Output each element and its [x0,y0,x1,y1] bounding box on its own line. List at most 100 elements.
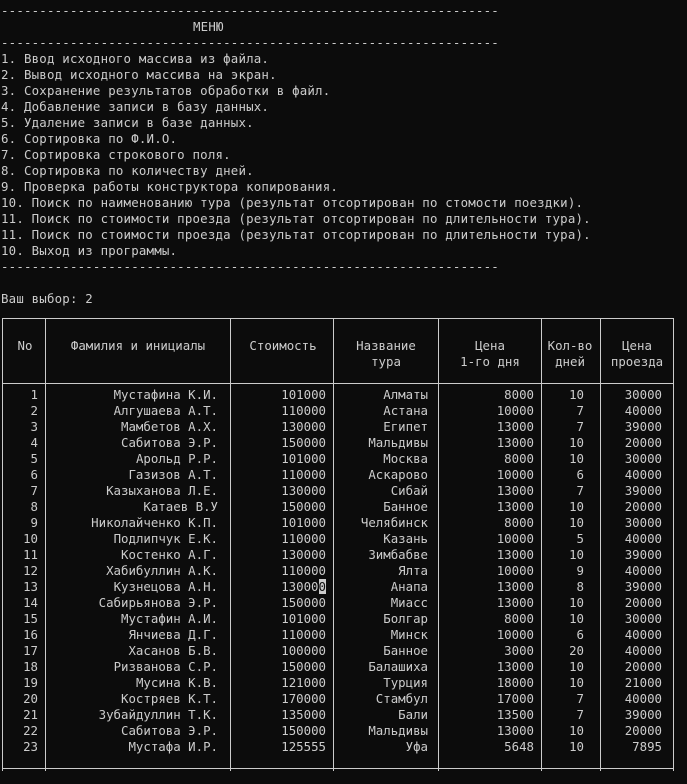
cell-no: 3 [30,419,38,434]
cell-no: 5 [30,451,38,466]
cell-tour: Банное [383,643,428,658]
menu-item: 7. Сортировка строкового поля. [1,147,231,162]
cell-day-price: 8000 [504,387,534,402]
cell-day-price: 3000 [504,643,534,658]
cell-fare: 39000 [624,579,662,594]
cell-days: 9 [576,563,584,578]
cell-tour: Астана [383,403,428,418]
cell-days: 6 [576,627,584,642]
cell-day-price: 13000 [496,659,534,674]
cell-cost: 150000 [281,595,326,610]
cell-day-price: 8000 [504,611,534,626]
menu-item: 4. Добавление записи в базу данных. [1,99,270,114]
cell-no: 13 [23,579,38,594]
cell-cost: 101000 [281,611,326,626]
cell-fare: 40000 [624,531,662,546]
cell-day-price: 13000 [496,483,534,498]
cell-cost: 130000 [281,419,326,434]
cell-tour: Мальдивы [368,435,428,450]
cell-no: 22 [23,723,38,738]
menu-divider-middle: ----------------------------------------… [1,35,499,50]
menu-title: МЕНЮ [193,19,224,34]
cell-cost: 130000 [281,579,326,594]
cell-name: Кузнецова А.Н. [113,579,218,594]
cell-days: 10 [569,595,584,610]
column-header-name: Фамилия и инициалы [70,338,206,353]
cell-day-price: 10000 [496,467,534,482]
cell-day-price: 8000 [504,515,534,530]
cell-day-price: 13000 [496,419,534,434]
table-column-rule [541,318,542,771]
cell-fare: 20000 [624,435,662,450]
column-header-day-price-2: 1-го дня [460,354,520,369]
cell-name: Хасанов Б.В. [128,643,218,658]
text-cursor: 0 [318,579,326,594]
cell-no: 7 [30,483,38,498]
cell-fare: 20000 [624,499,662,514]
cell-no: 15 [23,611,38,626]
cell-fare: 20000 [624,723,662,738]
cell-day-price: 17000 [496,691,534,706]
cell-cost: 121000 [281,675,326,690]
cell-cost: 130000 [281,547,326,562]
column-header-tour-2: тура [371,354,401,369]
cell-fare: 30000 [624,387,662,402]
column-header-cost: Стоимость [249,338,317,353]
cell-name: Алгушаева А.Т. [113,403,218,418]
cell-fare: 39000 [624,547,662,562]
cell-fare: 39000 [624,419,662,434]
cell-day-price: 5648 [504,739,534,754]
cell-name: Мустафин А.И. [121,611,218,626]
cell-no: 6 [30,467,38,482]
cell-days: 10 [569,387,584,402]
cell-tour: Балашиха [368,659,428,674]
cell-no: 11 [23,547,38,562]
cell-no: 19 [23,675,38,690]
cell-days: 8 [576,579,584,594]
tours-table: No Фамилия и инициалы Стоимость Название… [2,315,674,771]
cell-fare: 20000 [624,595,662,610]
cell-name: Николайченко К.П. [91,515,218,530]
cell-no: 12 [23,563,38,578]
table-column-rule [45,318,46,771]
cell-fare: 30000 [624,451,662,466]
cell-tour: Болгар [383,611,428,626]
cell-cost: 100000 [281,643,326,658]
cell-fare: 40000 [624,403,662,418]
cell-no: 21 [23,707,38,722]
cell-name: Янчиева Д.Г. [128,627,218,642]
cell-cost: 150000 [281,499,326,514]
cell-name: Костряев К.Т. [121,691,218,706]
cell-days: 10 [569,435,584,450]
cell-days: 7 [576,707,584,722]
cell-no: 9 [30,515,38,530]
cell-cost: 130000 [281,483,326,498]
column-header-fare-2: проезда [610,354,664,369]
cell-day-price: 10000 [496,531,534,546]
cell-days: 7 [576,419,584,434]
cell-fare: 40000 [624,563,662,578]
cell-cost: 110000 [281,467,326,482]
cell-day-price: 13000 [496,579,534,594]
table-column-rule [600,318,601,771]
column-header-days-2: дней [555,354,585,369]
table-rule-bottom [2,768,674,769]
column-header-no: No [17,338,33,353]
cell-name: Катаев В.У [143,499,218,514]
cell-tour: Челябинск [360,515,428,530]
cell-no: 14 [23,595,38,610]
cell-tour: Миасс [390,595,428,610]
cell-day-price: 13500 [496,707,534,722]
cell-name: Хабибуллин А.К. [106,563,218,578]
choice-prompt: Ваш выбор: 2 [1,291,93,306]
cell-tour: Мальдивы [368,723,428,738]
cell-cost: 101000 [281,451,326,466]
console-window[interactable]: ----------------------------------------… [0,0,687,784]
menu-item: 3. Сохранение результатов обработки в фа… [1,83,331,98]
cell-cost: 135000 [281,707,326,722]
cell-days: 7 [576,403,584,418]
cell-days: 20 [569,643,584,658]
cell-tour: Аскарово [368,467,428,482]
column-header-fare: Цена [622,338,652,353]
cell-no: 20 [23,691,38,706]
